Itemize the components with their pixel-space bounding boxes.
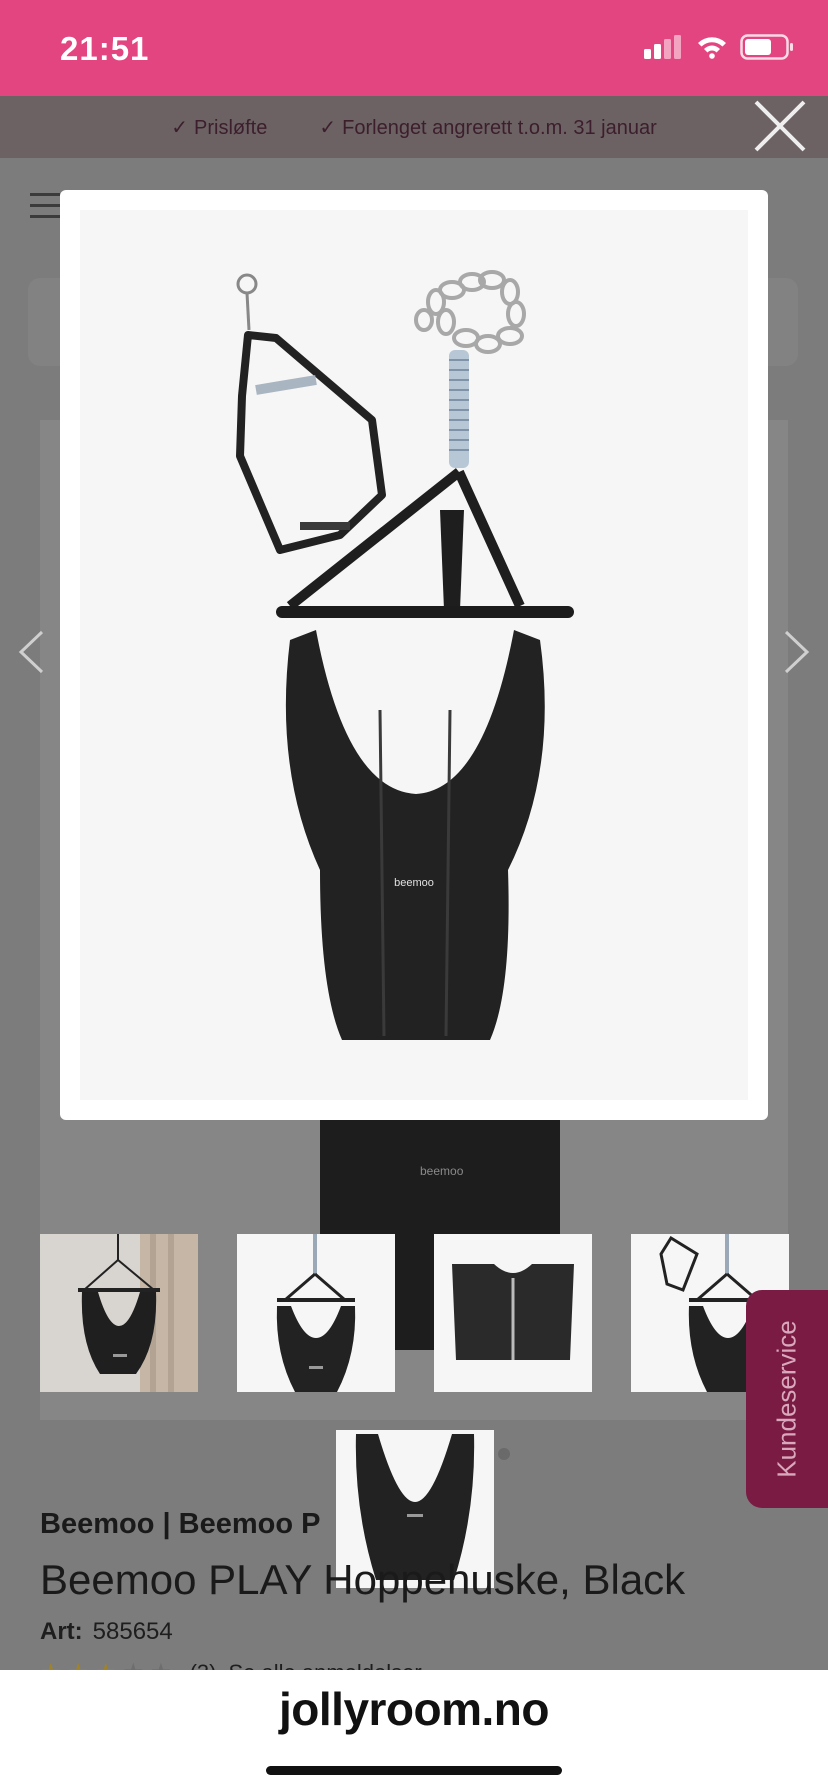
status-bar: 21:51 bbox=[0, 0, 828, 96]
thumbnail-strip bbox=[40, 1234, 789, 1392]
promo-item: ✓ Forlenget angrerett t.o.m. 31 januar bbox=[319, 116, 657, 139]
chevron-right-icon[interactable] bbox=[784, 630, 810, 674]
promo-bar: ✓ Prisløfte ✓ Forlenget angrerett t.o.m. 3… bbox=[0, 96, 828, 158]
status-time: 21:51 bbox=[60, 30, 150, 67]
chevron-left-icon[interactable] bbox=[18, 630, 44, 674]
battery-icon bbox=[740, 34, 793, 60]
checkmark-icon: ✓ bbox=[319, 116, 337, 139]
browser-address-bar[interactable]: jollyroom.no bbox=[0, 1670, 828, 1792]
product-photo: beemoo bbox=[236, 270, 574, 1040]
pagination-dot[interactable] bbox=[498, 1448, 510, 1460]
thumbnail-2[interactable] bbox=[237, 1234, 395, 1392]
thumbnail-3[interactable] bbox=[434, 1234, 592, 1392]
product-title: Beemoo PLAY Hoppehuske, Black bbox=[40, 1556, 686, 1603]
customer-service-tab[interactable]: Kundeservice bbox=[746, 1290, 828, 1508]
product-brand[interactable]: Beemoo | Beemoo P bbox=[40, 1508, 320, 1541]
home-indicator bbox=[266, 1766, 562, 1775]
wifi-icon bbox=[698, 37, 726, 59]
customer-service-label: Kundeservice bbox=[771, 1320, 802, 1478]
url-text[interactable]: jollyroom.no bbox=[0, 1682, 828, 1736]
lightbox-product-image: beemoo bbox=[80, 210, 748, 1100]
status-icons bbox=[644, 34, 794, 60]
checkmark-icon: ✓ bbox=[171, 116, 189, 139]
image-lightbox: beemoo bbox=[60, 190, 768, 1120]
menu-icon[interactable] bbox=[30, 193, 60, 226]
promo-item: ✓ Prisløfte bbox=[171, 116, 268, 139]
close-icon[interactable] bbox=[750, 96, 810, 156]
product-logo-text: beemoo bbox=[394, 877, 434, 889]
product-logo-text: beemoo bbox=[420, 1164, 464, 1178]
thumbnail-1[interactable] bbox=[40, 1234, 198, 1392]
article-number: Art: 585654 bbox=[40, 1618, 173, 1645]
cellular-signal-icon bbox=[644, 35, 681, 59]
